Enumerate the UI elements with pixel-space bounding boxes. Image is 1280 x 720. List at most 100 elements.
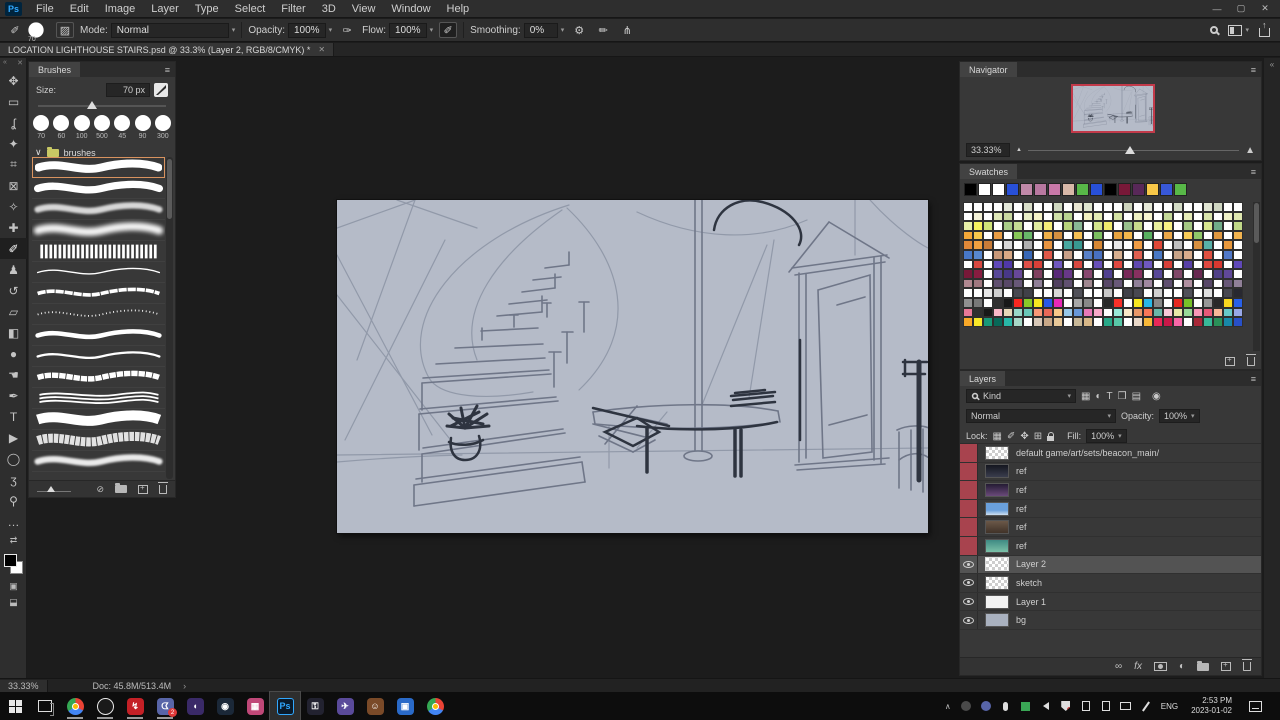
brush-stroke-item-8[interactable] bbox=[32, 304, 165, 325]
app-obs[interactable] bbox=[90, 692, 120, 720]
swatch-cell[interactable] bbox=[1083, 231, 1093, 241]
swatch-cell[interactable] bbox=[1043, 279, 1053, 289]
swatch-cell[interactable] bbox=[1163, 260, 1173, 270]
swatch-cell[interactable] bbox=[1223, 202, 1233, 212]
hand-tool[interactable]: ʒ bbox=[0, 469, 27, 490]
swatch-cell[interactable] bbox=[983, 269, 993, 279]
swatch-cell[interactable] bbox=[1023, 202, 1033, 212]
new-group-icon[interactable] bbox=[1197, 663, 1209, 671]
lock-transparency-icon[interactable]: ▦ bbox=[993, 431, 1002, 442]
swatch-cell[interactable] bbox=[1193, 308, 1203, 318]
swatch-cell[interactable] bbox=[993, 212, 1003, 222]
swatch-cell[interactable] bbox=[1083, 308, 1093, 318]
swatch-cell[interactable] bbox=[1203, 250, 1213, 260]
layer-thumbnail[interactable] bbox=[985, 613, 1009, 627]
swatch-cell[interactable] bbox=[1143, 279, 1153, 289]
recent-swatch-7[interactable] bbox=[1048, 183, 1061, 196]
swatch-cell[interactable] bbox=[1203, 202, 1213, 212]
brush-preset-100[interactable]: 100 bbox=[74, 115, 90, 140]
swatch-cell[interactable] bbox=[1193, 279, 1203, 289]
swatch-cell[interactable] bbox=[1043, 260, 1053, 270]
swatch-cell[interactable] bbox=[983, 231, 993, 241]
swap-colors-icon[interactable]: ⇄ bbox=[0, 532, 27, 548]
swatch-cell[interactable] bbox=[1173, 250, 1183, 260]
swatch-cell[interactable] bbox=[1153, 202, 1163, 212]
swatch-cell[interactable] bbox=[1093, 269, 1103, 279]
swatch-cell[interactable] bbox=[1163, 250, 1173, 260]
recent-swatch-15[interactable] bbox=[1160, 183, 1173, 196]
brush-stroke-item-9[interactable] bbox=[32, 325, 165, 346]
menu-item-filter[interactable]: Filter bbox=[273, 2, 313, 16]
swatch-cell[interactable] bbox=[1163, 212, 1173, 222]
swatch-cell[interactable] bbox=[1123, 212, 1133, 222]
brush-stroke-item-14[interactable] bbox=[32, 430, 165, 451]
brush-stroke-preview-icon[interactable] bbox=[154, 83, 168, 97]
blend-mode-select[interactable]: Normal ▾ bbox=[966, 409, 1116, 423]
swatch-cell[interactable] bbox=[1013, 240, 1023, 250]
swatch-cell[interactable] bbox=[1003, 288, 1013, 298]
swatch-cell[interactable] bbox=[1173, 202, 1183, 212]
swatch-cell[interactable] bbox=[1023, 240, 1033, 250]
swatch-cell[interactable] bbox=[973, 260, 983, 270]
brush-size-input[interactable]: 70 px bbox=[106, 83, 150, 97]
eraser-tool[interactable]: ▱ bbox=[0, 301, 27, 322]
delete-layer-icon[interactable] bbox=[1243, 662, 1251, 671]
swatch-cell[interactable] bbox=[1053, 308, 1063, 318]
recent-swatch-14[interactable] bbox=[1146, 183, 1159, 196]
swatch-cell[interactable] bbox=[1133, 260, 1143, 270]
status-zoom-field[interactable]: 33.33% bbox=[0, 680, 48, 692]
swatch-cell[interactable] bbox=[1173, 288, 1183, 298]
brushes-panel-tab[interactable]: Brushes bbox=[29, 62, 80, 77]
gradient-tool[interactable]: ◧ bbox=[0, 322, 27, 343]
swatch-cell[interactable] bbox=[1203, 317, 1213, 327]
swatch-cell[interactable] bbox=[1163, 202, 1173, 212]
brush-stroke-item-6[interactable] bbox=[32, 262, 165, 283]
recent-swatch-10[interactable] bbox=[1090, 183, 1103, 196]
swatch-cell[interactable] bbox=[973, 212, 983, 222]
swatch-cell[interactable] bbox=[1003, 260, 1013, 270]
layer-fill-field[interactable]: 100% ▾ bbox=[1086, 429, 1127, 443]
swatch-cell[interactable] bbox=[1043, 288, 1053, 298]
swatch-cell[interactable] bbox=[963, 317, 973, 327]
panel-menu-icon[interactable]: ≡ bbox=[1251, 167, 1261, 177]
swatch-cell[interactable] bbox=[1213, 221, 1223, 231]
filter-pixel-layers-icon[interactable]: ▦ bbox=[1081, 391, 1090, 402]
workspace-icon[interactable] bbox=[1228, 25, 1242, 36]
tray-clipboard-icon[interactable] bbox=[1080, 700, 1092, 712]
more-tools[interactable]: … bbox=[0, 511, 27, 532]
swatch-cell[interactable] bbox=[963, 231, 973, 241]
swatch-cell[interactable] bbox=[983, 298, 993, 308]
swatch-cell[interactable] bbox=[1183, 308, 1193, 318]
swatch-cell[interactable] bbox=[1193, 298, 1203, 308]
swatch-cell[interactable] bbox=[1223, 317, 1233, 327]
opacity-field[interactable]: 100% bbox=[288, 23, 326, 38]
airbrush-icon[interactable]: ✐ bbox=[439, 22, 457, 38]
minimize-button[interactable]: — bbox=[1206, 1, 1228, 16]
navigator-panel-tab[interactable]: Navigator bbox=[960, 62, 1017, 77]
recent-swatch-5[interactable] bbox=[1020, 183, 1033, 196]
swatch-cell[interactable] bbox=[1063, 298, 1073, 308]
swatch-cell[interactable] bbox=[1173, 317, 1183, 327]
swatch-cell[interactable] bbox=[1173, 308, 1183, 318]
swatch-cell[interactable] bbox=[1063, 279, 1073, 289]
swatch-cell[interactable] bbox=[1063, 240, 1073, 250]
swatch-cell[interactable] bbox=[1123, 308, 1133, 318]
swatch-cell[interactable] bbox=[1073, 298, 1083, 308]
swatch-cell[interactable] bbox=[1103, 269, 1113, 279]
swatch-cell[interactable] bbox=[1163, 269, 1173, 279]
share-icon[interactable] bbox=[1259, 28, 1270, 37]
swatch-cell[interactable] bbox=[1073, 202, 1083, 212]
swatch-cell[interactable] bbox=[1153, 269, 1163, 279]
swatch-cell[interactable] bbox=[1003, 298, 1013, 308]
swatch-cell[interactable] bbox=[1093, 279, 1103, 289]
link-layers-icon[interactable]: ∞ bbox=[1115, 661, 1122, 672]
zoom-in-icon[interactable]: ▲ bbox=[1245, 145, 1255, 156]
swatch-cell[interactable] bbox=[1143, 298, 1153, 308]
recent-swatch-9[interactable] bbox=[1076, 183, 1089, 196]
recent-swatch-3[interactable] bbox=[992, 183, 1005, 196]
frame-tool[interactable]: ⊠ bbox=[0, 175, 27, 196]
swatch-cell[interactable] bbox=[983, 260, 993, 270]
menu-item-edit[interactable]: Edit bbox=[62, 2, 97, 16]
swatch-cell[interactable] bbox=[1213, 308, 1223, 318]
brush-stroke-item-10[interactable] bbox=[32, 346, 165, 367]
